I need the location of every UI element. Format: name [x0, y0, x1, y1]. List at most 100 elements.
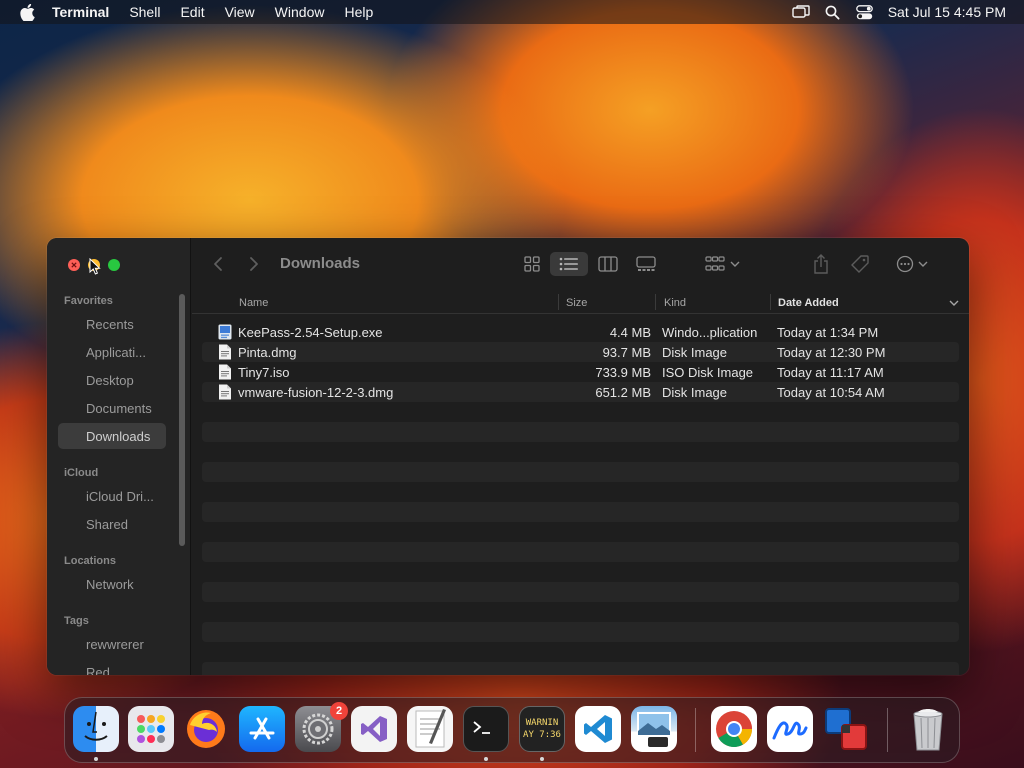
file-size: 93.7 MB: [602, 345, 651, 360]
column-header-name[interactable]: Name: [239, 297, 268, 309]
tags-button[interactable]: [848, 252, 872, 276]
dock-vscode-icon[interactable]: [575, 706, 621, 752]
file-list: Name Size Kind Date Added KeePass-2.54-S…: [192, 290, 969, 675]
icon-view-button[interactable]: [516, 252, 548, 276]
group-by-button[interactable]: [700, 252, 744, 276]
sidebar-item-label: Recents: [86, 316, 134, 332]
empty-row: [202, 402, 959, 422]
cloud-icon: [64, 488, 80, 504]
dock-visual-studio-icon[interactable]: [351, 706, 397, 752]
sidebar-item-network[interactable]: Network: [58, 571, 166, 597]
more-actions-button[interactable]: [892, 252, 932, 276]
back-button[interactable]: [210, 252, 226, 276]
empty-row: [202, 462, 959, 482]
dock-console-icon[interactable]: WARNIN AY 7:36: [519, 706, 565, 752]
file-name: KeePass-2.54-Setup.exe: [238, 325, 383, 340]
sidebar-item-tag-rewwrerer[interactable]: rewwrerer: [58, 631, 166, 657]
file-rows: KeePass-2.54-Setup.exe 4.4 MB Windo...pl…: [202, 322, 959, 675]
sort-chevron-down-icon[interactable]: [949, 300, 959, 306]
sidebar-item-shared[interactable]: Shared: [58, 511, 166, 537]
dock-chrome-icon[interactable]: [711, 706, 757, 752]
menu-clock[interactable]: Sat Jul 15 4:45 PM: [888, 4, 1006, 20]
dock-launchpad-icon[interactable]: [128, 706, 174, 752]
dock-terminal-icon[interactable]: [463, 706, 509, 752]
sidebar-item-documents[interactable]: Documents: [58, 395, 166, 421]
close-window-button[interactable]: [68, 259, 80, 271]
column-header-date-added[interactable]: Date Added: [778, 297, 839, 309]
screen-mirroring-icon[interactable]: [792, 3, 810, 21]
file-date-added: Today at 12:30 PM: [777, 345, 886, 360]
document-file-icon: [219, 364, 231, 380]
file-kind: ISO Disk Image: [662, 365, 754, 380]
empty-row: [202, 602, 959, 622]
dock-firefox-icon[interactable]: [183, 706, 229, 752]
tag-dot-icon: [64, 636, 80, 652]
column-header-kind[interactable]: Kind: [664, 297, 686, 309]
zoom-window-button[interactable]: [108, 259, 120, 271]
menu-help[interactable]: Help: [344, 4, 373, 20]
file-row[interactable]: Tiny7.iso 733.9 MB ISO Disk Image Today …: [202, 362, 959, 382]
file-date-added: Today at 11:17 AM: [777, 365, 884, 380]
chevron-left-icon: [214, 257, 222, 271]
menu-view[interactable]: View: [225, 4, 255, 20]
list-view-button[interactable]: [550, 252, 588, 276]
dock-preview-icon[interactable]: [631, 706, 677, 752]
sidebar-item-applications[interactable]: Applicati...: [58, 339, 166, 365]
notification-badge: 2: [330, 702, 348, 720]
console-icon-text: WARNIN: [525, 718, 559, 728]
column-divider[interactable]: [655, 294, 656, 310]
dock-trash-icon[interactable]: [905, 706, 951, 752]
empty-row: [202, 662, 959, 675]
menu-shell[interactable]: Shell: [129, 4, 160, 20]
share-button[interactable]: [810, 252, 832, 276]
sidebar-item-downloads[interactable]: Downloads: [58, 423, 166, 449]
column-divider[interactable]: [558, 294, 559, 310]
sidebar-scrollbar[interactable]: [179, 294, 185, 546]
document-file-icon: [219, 384, 231, 400]
file-row[interactable]: KeePass-2.54-Setup.exe 4.4 MB Windo...pl…: [202, 322, 959, 342]
dock-vmware-fusion-icon[interactable]: [823, 706, 869, 752]
apple-menu-icon[interactable]: [18, 3, 36, 21]
dock-finder-icon[interactable]: [73, 706, 119, 752]
empty-row: [202, 442, 959, 462]
chevron-down-icon: [918, 261, 928, 267]
dock: 2 WARNIN AY 7:36: [64, 697, 960, 763]
menu-window[interactable]: Window: [275, 4, 325, 20]
empty-row: [202, 502, 959, 522]
empty-row: [202, 642, 959, 662]
empty-row: [202, 522, 959, 542]
tag-icon: [851, 255, 869, 273]
finder-toolbar: Downloads: [192, 238, 969, 290]
empty-row: [202, 562, 959, 582]
file-kind: Disk Image: [662, 385, 728, 400]
file-row[interactable]: Pinta.dmg 93.7 MB Disk Image Today at 12…: [202, 342, 959, 362]
sidebar-item-recents[interactable]: Recents: [58, 311, 166, 337]
sidebar-item-label: Desktop: [86, 372, 134, 388]
sidebar-item-label: Downloads: [86, 428, 151, 444]
column-divider[interactable]: [770, 294, 771, 310]
sidebar-item-tag-red[interactable]: Red: [58, 659, 166, 676]
dock-app-store-icon[interactable]: [239, 706, 285, 752]
gallery-view-button[interactable]: [630, 252, 662, 276]
sidebar-item-icloud-drive[interactable]: iCloud Dri...: [58, 483, 166, 509]
dock-textedit-icon[interactable]: [407, 706, 453, 752]
empty-row: [202, 422, 959, 442]
document-icon: [64, 400, 80, 416]
menu-app-name[interactable]: Terminal: [52, 4, 109, 20]
dock-freeform-icon[interactable]: [767, 706, 813, 752]
column-header-size[interactable]: Size: [566, 297, 587, 309]
sidebar-item-desktop[interactable]: Desktop: [58, 367, 166, 393]
empty-row: [202, 582, 959, 602]
forward-button[interactable]: [246, 252, 262, 276]
control-center-icon[interactable]: [856, 3, 874, 21]
file-row[interactable]: vmware-fusion-12-2-3.dmg 651.2 MB Disk I…: [202, 382, 959, 402]
group-grid-icon: [704, 256, 725, 271]
file-name: vmware-fusion-12-2-3.dmg: [238, 385, 394, 400]
sidebar-header-icloud: iCloud: [64, 467, 99, 479]
column-view-button[interactable]: [592, 252, 624, 276]
sidebar-header-locations: Locations: [64, 555, 116, 567]
list-icon: [559, 257, 578, 271]
spotlight-search-icon[interactable]: [824, 3, 842, 21]
finder-sidebar: Favorites Recents Applicati... Desktop D…: [47, 238, 191, 675]
menu-edit[interactable]: Edit: [180, 4, 204, 20]
